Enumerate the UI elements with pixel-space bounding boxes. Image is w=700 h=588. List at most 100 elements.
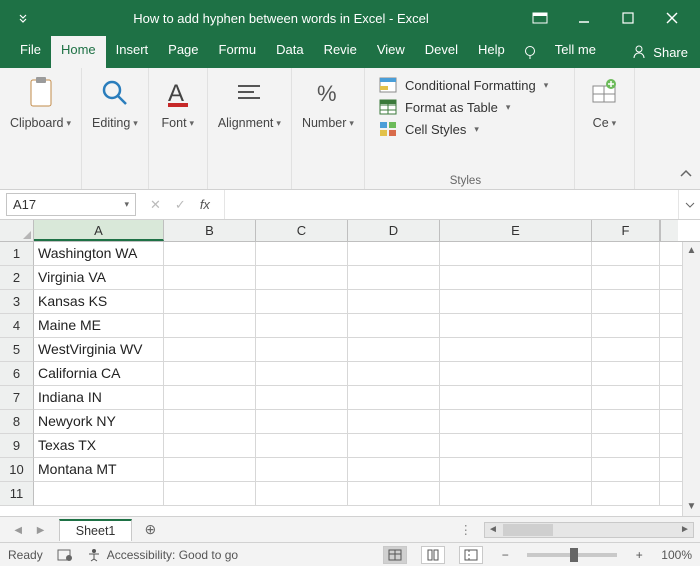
cell[interactable] — [592, 290, 660, 313]
cell[interactable] — [592, 266, 660, 289]
tab-review[interactable]: Revie — [314, 36, 367, 68]
maximize-button[interactable] — [606, 2, 650, 34]
minimize-button[interactable] — [562, 2, 606, 34]
cell[interactable] — [164, 242, 256, 265]
row-header[interactable]: 8 — [0, 410, 34, 434]
close-button[interactable] — [650, 2, 694, 34]
tab-data[interactable]: Data — [266, 36, 313, 68]
share-button[interactable]: Share — [619, 36, 700, 68]
cell[interactable] — [348, 290, 440, 313]
page-layout-view-button[interactable] — [421, 546, 445, 564]
cell[interactable] — [256, 458, 348, 481]
cell[interactable] — [256, 338, 348, 361]
cell[interactable] — [348, 242, 440, 265]
cell[interactable] — [164, 362, 256, 385]
column-header-e[interactable]: E — [440, 220, 592, 241]
tab-developer[interactable]: Devel — [415, 36, 468, 68]
column-header-b[interactable]: B — [164, 220, 256, 241]
cell[interactable] — [440, 338, 592, 361]
cell[interactable] — [592, 458, 660, 481]
number-button[interactable]: % Number▾ — [302, 74, 354, 130]
tab-insert[interactable]: Insert — [106, 36, 159, 68]
row-header[interactable]: 11 — [0, 482, 34, 506]
cell[interactable] — [34, 482, 164, 505]
insert-function-icon[interactable]: fx — [200, 197, 210, 212]
new-sheet-button[interactable]: ⊕ — [132, 521, 158, 538]
name-box[interactable]: A17 ▾ — [6, 193, 136, 216]
vertical-scrollbar[interactable]: ▲ ▼ — [682, 242, 700, 516]
row-header[interactable]: 10 — [0, 458, 34, 482]
cell[interactable] — [256, 314, 348, 337]
cell[interactable] — [440, 314, 592, 337]
cell[interactable] — [440, 434, 592, 457]
cancel-formula-icon[interactable]: ✕ — [150, 197, 161, 213]
column-header-d[interactable]: D — [348, 220, 440, 241]
expand-formula-bar-button[interactable] — [678, 190, 700, 219]
lightbulb-icon[interactable] — [515, 36, 545, 68]
tell-me-search[interactable]: Tell me — [545, 36, 606, 68]
cell[interactable] — [256, 266, 348, 289]
cell[interactable] — [348, 362, 440, 385]
column-header-a[interactable]: A — [34, 220, 164, 241]
cell[interactable] — [256, 290, 348, 313]
cell[interactable]: Newyork NY — [34, 410, 164, 433]
tab-home[interactable]: Home — [51, 36, 106, 68]
page-break-view-button[interactable] — [459, 546, 483, 564]
editing-button[interactable]: Editing▾ — [92, 74, 138, 130]
cell[interactable] — [256, 386, 348, 409]
cell[interactable] — [592, 410, 660, 433]
cell[interactable] — [164, 314, 256, 337]
cell-styles-button[interactable]: Cell Styles ▾ — [379, 118, 548, 140]
cell[interactable] — [164, 290, 256, 313]
cell[interactable] — [348, 386, 440, 409]
cell[interactable] — [256, 434, 348, 457]
cells-button[interactable]: Ce▾ — [585, 74, 623, 130]
cell[interactable] — [348, 266, 440, 289]
enter-formula-icon[interactable]: ✓ — [175, 197, 186, 213]
cell[interactable] — [592, 242, 660, 265]
sheet-nav-prev-icon[interactable]: ◄ — [8, 523, 28, 537]
cell[interactable] — [348, 410, 440, 433]
row-header[interactable]: 4 — [0, 314, 34, 338]
tab-file[interactable]: File — [10, 36, 51, 68]
row-header[interactable]: 5 — [0, 338, 34, 362]
scroll-right-icon[interactable]: ► — [677, 524, 693, 535]
cell[interactable] — [592, 482, 660, 505]
cell[interactable]: Texas TX — [34, 434, 164, 457]
select-all-button[interactable] — [0, 220, 34, 241]
tab-split-handle[interactable]: ⋮ — [454, 522, 481, 537]
cell[interactable] — [592, 314, 660, 337]
scroll-down-icon[interactable]: ▼ — [683, 498, 700, 516]
cell[interactable] — [164, 386, 256, 409]
cell[interactable]: WestVirginia WV — [34, 338, 164, 361]
cell[interactable] — [440, 266, 592, 289]
sheet-tab-active[interactable]: Sheet1 — [59, 519, 133, 541]
cell[interactable] — [348, 314, 440, 337]
column-header-f[interactable]: F — [592, 220, 660, 241]
zoom-out-button[interactable]: − — [497, 548, 513, 562]
macro-record-icon[interactable] — [57, 548, 73, 562]
cell[interactable] — [592, 386, 660, 409]
cell[interactable] — [440, 410, 592, 433]
clipboard-button[interactable]: Clipboard▾ — [10, 74, 71, 130]
scrollbar-thumb[interactable] — [503, 524, 553, 536]
cell[interactable] — [256, 362, 348, 385]
zoom-level[interactable]: 100% — [661, 548, 692, 562]
cell[interactable] — [348, 482, 440, 505]
accessibility-status[interactable]: Accessibility: Good to go — [87, 548, 238, 562]
cell[interactable] — [348, 458, 440, 481]
tab-page-layout[interactable]: Page — [158, 36, 208, 68]
sheet-nav-next-icon[interactable]: ► — [30, 523, 50, 537]
cells-area[interactable]: Washington WAVirginia VAKansas KSMaine M… — [34, 242, 682, 516]
cell[interactable] — [256, 482, 348, 505]
qat-customize-icon[interactable] — [6, 11, 44, 25]
collapse-ribbon-button[interactable] — [678, 166, 694, 185]
row-header[interactable]: 3 — [0, 290, 34, 314]
column-header-c[interactable]: C — [256, 220, 348, 241]
cell[interactable] — [440, 386, 592, 409]
row-header[interactable]: 7 — [0, 386, 34, 410]
cell[interactable] — [348, 338, 440, 361]
horizontal-scrollbar[interactable]: ◄ ► — [484, 522, 694, 538]
cell[interactable]: Washington WA — [34, 242, 164, 265]
cell[interactable] — [592, 434, 660, 457]
